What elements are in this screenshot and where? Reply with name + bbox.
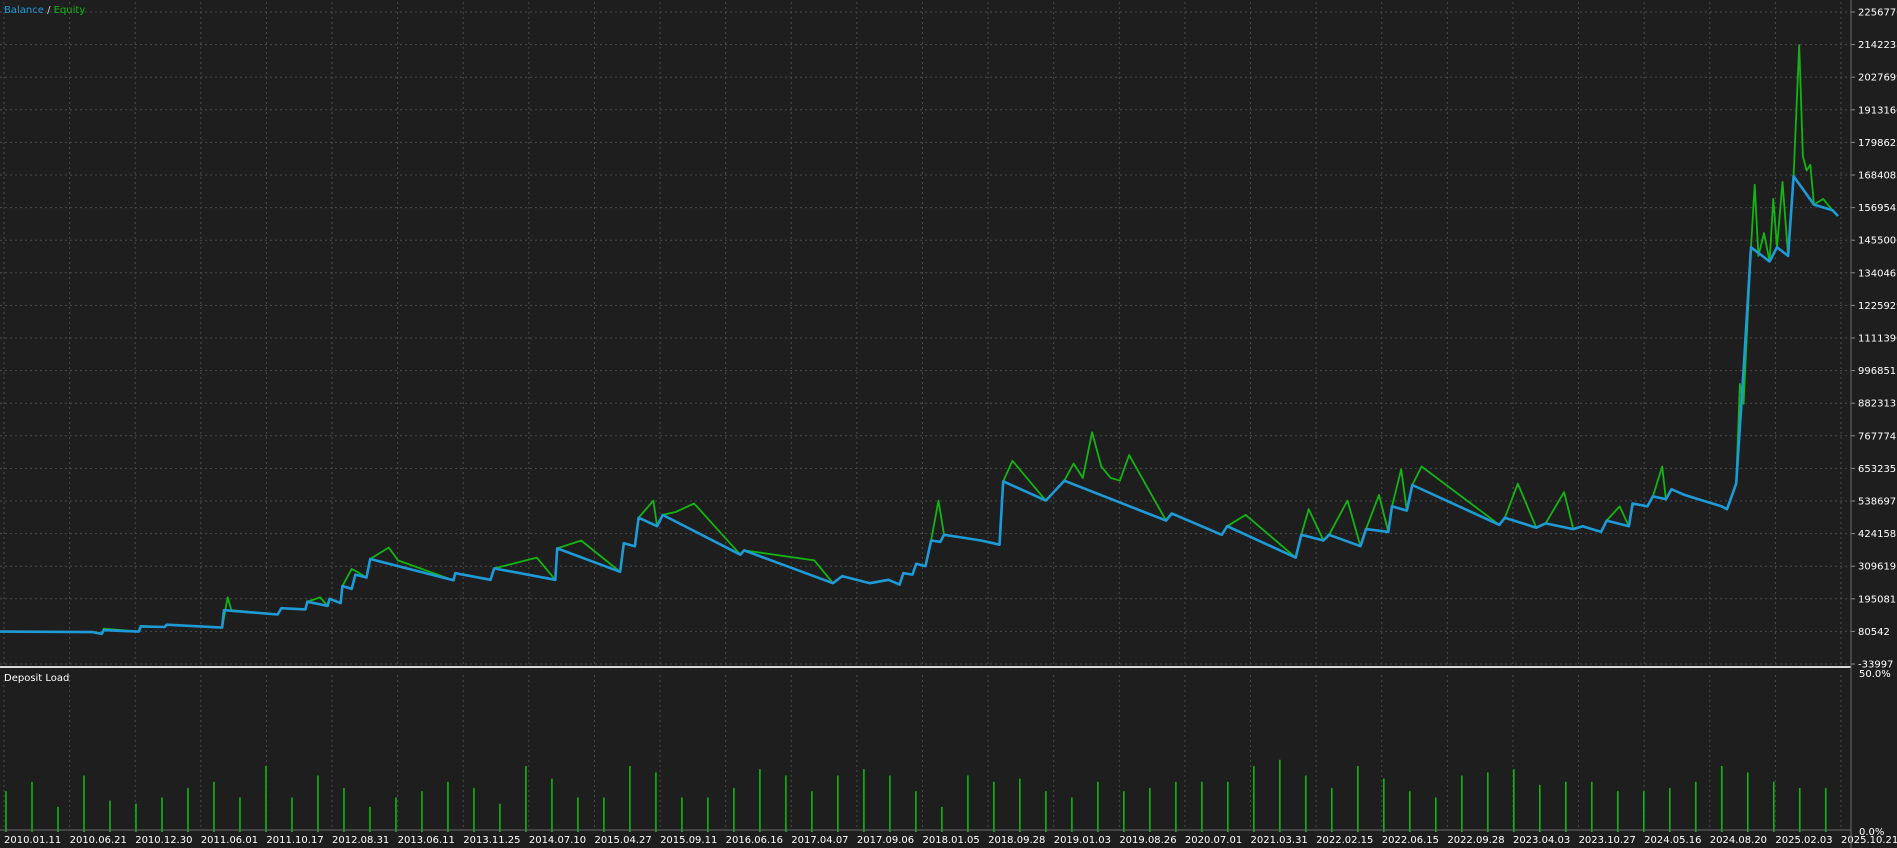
x-tick-label: 2021.03.31 xyxy=(1251,835,1308,846)
x-tick-label: 2011.06.01 xyxy=(201,835,258,846)
deposit-load-bars xyxy=(5,759,1827,832)
x-tick-label: 2023.04.03 xyxy=(1513,835,1570,846)
x-tick-label: 2014.07.10 xyxy=(529,835,586,846)
x-tick-label: 2013.06.11 xyxy=(398,835,455,846)
x-tick-label: 2010.06.21 xyxy=(70,835,127,846)
y-tick-label: 1684083 xyxy=(1858,170,1897,181)
y-axis-ticks: 2256776 2142238 2027699 1913160 1798622 16840… xyxy=(1851,8,1897,671)
y-tick-label: 767774 xyxy=(1858,431,1896,442)
x-tick-label: 2022.09.28 xyxy=(1447,835,1504,846)
y-tick-label: 882313 xyxy=(1858,399,1896,410)
y-tick-label: 424158 xyxy=(1858,529,1896,540)
legend: Balance / Equity xyxy=(4,5,85,16)
y-tick-label: 1455006 xyxy=(1858,236,1897,247)
x-tick-label: 2017.09.06 xyxy=(857,835,914,846)
y-tick-label: 1225929 xyxy=(1858,301,1897,312)
y-tick-label: 195081 xyxy=(1858,594,1896,605)
x-tick-label: 2019.08.26 xyxy=(1119,835,1176,846)
y-tick-label: 2027699 xyxy=(1858,73,1897,84)
x-tick-label: 2020.07.01 xyxy=(1185,835,1242,846)
x-tick-label: 2025.02.03 xyxy=(1775,835,1832,846)
x-tick-label: 2022.06.15 xyxy=(1382,835,1439,846)
x-tick-label: 2010.01.11 xyxy=(4,835,61,846)
balance-equity-lines xyxy=(0,44,1839,636)
x-tick-label: 2016.06.16 xyxy=(726,835,783,846)
x-tick-label: 2025.10.21 xyxy=(1841,835,1897,846)
x-tick-label: 2012.08.31 xyxy=(332,835,389,846)
y-tick-label: 80542 xyxy=(1858,627,1890,638)
y-tick-label: 996851 xyxy=(1858,366,1896,377)
x-tick-label: 2023.10.27 xyxy=(1579,835,1636,846)
legend-separator: / xyxy=(44,5,54,16)
legend-balance: Balance xyxy=(4,5,44,16)
y-tick-label: 1798622 xyxy=(1858,138,1897,149)
y-tick-label: 1913160 xyxy=(1858,105,1897,116)
strategy-tester-graph: 2256776 2142238 2027699 1913160 1798622 16840… xyxy=(0,0,1897,848)
y-tick-label: 653235 xyxy=(1858,464,1896,475)
y-tick-label: 309619 xyxy=(1858,562,1896,573)
x-tick-label: 2015.04.27 xyxy=(594,835,651,846)
deposit-load-tick-label: 50.0% xyxy=(1859,669,1891,680)
x-tick-label: 2011.10.17 xyxy=(266,835,323,846)
y-tick-label: 1569545 xyxy=(1858,203,1897,214)
x-tick-label: 2018.09.28 xyxy=(988,835,1045,846)
deposit-load-y-ticks: 50.0%0.0% xyxy=(1859,669,1891,838)
x-tick-label: 2013.11.25 xyxy=(463,835,520,846)
x-tick-label: 2015.09.11 xyxy=(660,835,717,846)
y-tick-label: 2256776 xyxy=(1858,8,1897,19)
x-tick-label: 2010.12.30 xyxy=(135,835,192,846)
y-tick-label: 2142238 xyxy=(1858,40,1897,51)
y-tick-label: 1340467 xyxy=(1858,268,1897,279)
x-tick-label: 2022.02.15 xyxy=(1316,835,1373,846)
balance-line xyxy=(0,174,1839,636)
x-tick-label: 2019.01.03 xyxy=(1054,835,1111,846)
equity-line xyxy=(0,44,1839,635)
x-tick-label: 2024.05.16 xyxy=(1644,835,1701,846)
deposit-load-title: Deposit Load xyxy=(4,673,69,684)
x-tick-label: 2024.08.20 xyxy=(1710,835,1767,846)
x-axis-ticks: 2010.01.11 2010.06.21 2010.12.30 2011.06.01… xyxy=(4,835,1897,846)
chart-canvas: 2256776 2142238 2027699 1913160 1798622 16840… xyxy=(0,0,1897,848)
x-tick-label: 2018.01.05 xyxy=(923,835,980,846)
x-tick-label: 2017.04.07 xyxy=(791,835,848,846)
legend-equity: Equity xyxy=(54,5,86,16)
y-tick-label: 538697 xyxy=(1858,496,1896,507)
y-tick-label: 1111390 xyxy=(1858,333,1897,344)
